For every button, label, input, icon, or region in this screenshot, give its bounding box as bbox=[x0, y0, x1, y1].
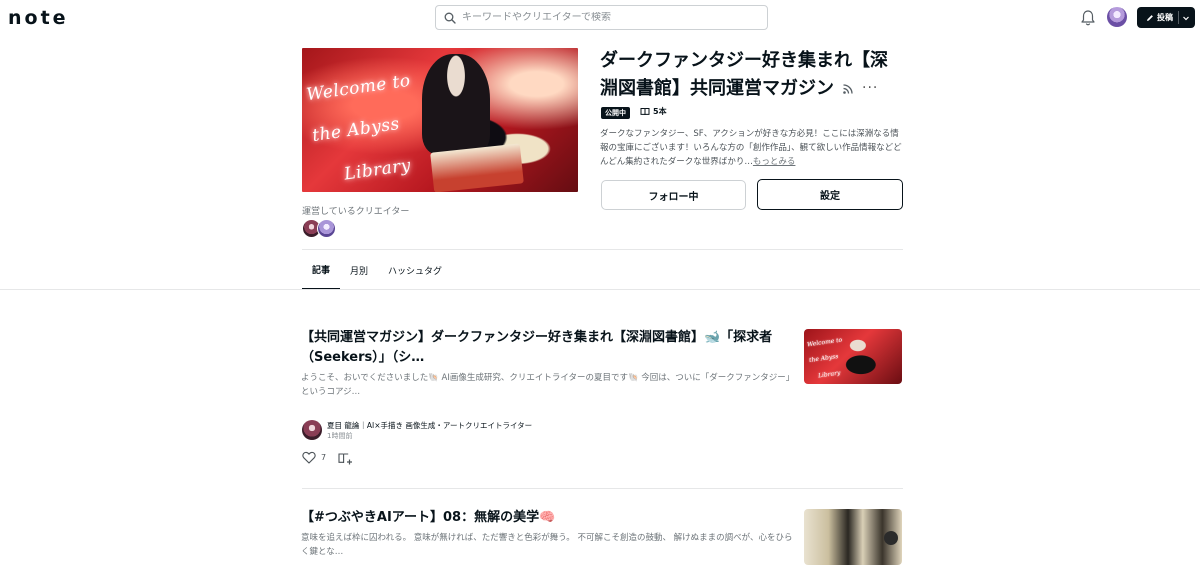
top-header: note 投稿 bbox=[0, 0, 1200, 36]
article-title[interactable]: 【共同運営マガジン】ダークファンタジー好き集まれ【深淵図書館】🐋「探求者（See… bbox=[301, 328, 793, 368]
tab-hashtags[interactable]: ハッシュタグ bbox=[378, 250, 452, 290]
article-excerpt[interactable]: ようこそ、おいでくださいました🐚 AI画像生成研究、クリエイトライターの夏目です… bbox=[301, 371, 793, 399]
note-logo[interactable]: note bbox=[8, 8, 69, 28]
magazine-tabs: 記事 月別 ハッシュタグ bbox=[302, 250, 452, 290]
pencil-icon bbox=[1147, 14, 1153, 21]
tab-articles[interactable]: 記事 bbox=[302, 250, 341, 290]
search-input[interactable] bbox=[462, 12, 752, 23]
logo-text: note bbox=[8, 7, 69, 29]
creator-avatar[interactable] bbox=[317, 219, 336, 238]
cover-figure bbox=[422, 54, 490, 154]
status-badge: 公開中 bbox=[601, 107, 630, 119]
thumbnail-text: Library bbox=[817, 369, 841, 380]
search-box[interactable] bbox=[435, 5, 768, 30]
divider bbox=[302, 488, 903, 489]
article-thumbnail[interactable] bbox=[804, 509, 902, 565]
search-icon bbox=[444, 12, 456, 24]
more-options-icon[interactable]: ··· bbox=[862, 80, 878, 96]
book-icon bbox=[640, 108, 650, 116]
heart-icon[interactable] bbox=[302, 451, 316, 464]
rss-icon[interactable] bbox=[842, 83, 854, 95]
magazine-title: ダークファンタジー好き集まれ【深淵図書館】共同運営マガジン bbox=[600, 50, 888, 99]
magazine-cover-image: Welcome to the Abyss Library bbox=[302, 48, 578, 192]
add-to-magazine-icon[interactable] bbox=[338, 452, 353, 465]
article-excerpt[interactable]: 意味を追えば枠に囚われる。 意味が無ければ、ただ響きと色彩が舞う。 不可解こそ創… bbox=[301, 531, 793, 559]
thumbnail-text: Welcome to bbox=[806, 336, 843, 349]
settings-button[interactable]: 設定 bbox=[757, 179, 903, 210]
read-more-link[interactable]: もっとみる bbox=[753, 157, 796, 167]
cover-text-line: Welcome to bbox=[305, 70, 412, 106]
tab-monthly[interactable]: 月別 bbox=[340, 250, 378, 290]
post-time: 1時間前 bbox=[327, 432, 353, 440]
thumbnail-badge bbox=[884, 531, 898, 545]
thumbnail-text: the Abyss bbox=[808, 352, 839, 365]
creators-label: 運営しているクリエイター bbox=[302, 207, 410, 217]
article-title[interactable]: 【#つぶやきAIアート】08：無解の美学🧠 bbox=[301, 508, 793, 528]
magazine-description: ダークなファンタジー、SF、アクションが好きな方必見！ここには深淵なる情報の宝庫… bbox=[600, 127, 903, 169]
divider bbox=[0, 289, 1200, 290]
cover-text-line: Library bbox=[342, 155, 413, 185]
article-thumbnail[interactable]: Welcome to the Abyss Library bbox=[804, 329, 902, 384]
post-button-divider bbox=[1178, 11, 1179, 24]
like-count: 7 bbox=[321, 453, 327, 462]
chevron-down-icon[interactable] bbox=[1182, 14, 1190, 22]
article-count-value: 5本 bbox=[653, 107, 667, 116]
post-button[interactable]: 投稿 bbox=[1137, 7, 1195, 28]
author-avatar[interactable] bbox=[302, 420, 322, 440]
following-button[interactable]: フォロー中 bbox=[601, 180, 746, 210]
author-name[interactable]: 夏目 龍論｜AI×手描き 画像生成・アートクリエイトライター bbox=[327, 420, 532, 431]
cover-book bbox=[430, 143, 524, 192]
description-text: ダークなファンタジー、SF、アクションが好きな方必見！ここには深淵なる情報の宝庫… bbox=[600, 129, 902, 167]
article-count: 5本 bbox=[640, 106, 667, 117]
notification-bell-icon[interactable] bbox=[1080, 9, 1096, 27]
post-button-label: 投稿 bbox=[1157, 13, 1173, 22]
cover-text-line: the Abyss bbox=[311, 113, 401, 147]
user-avatar[interactable] bbox=[1107, 7, 1127, 27]
